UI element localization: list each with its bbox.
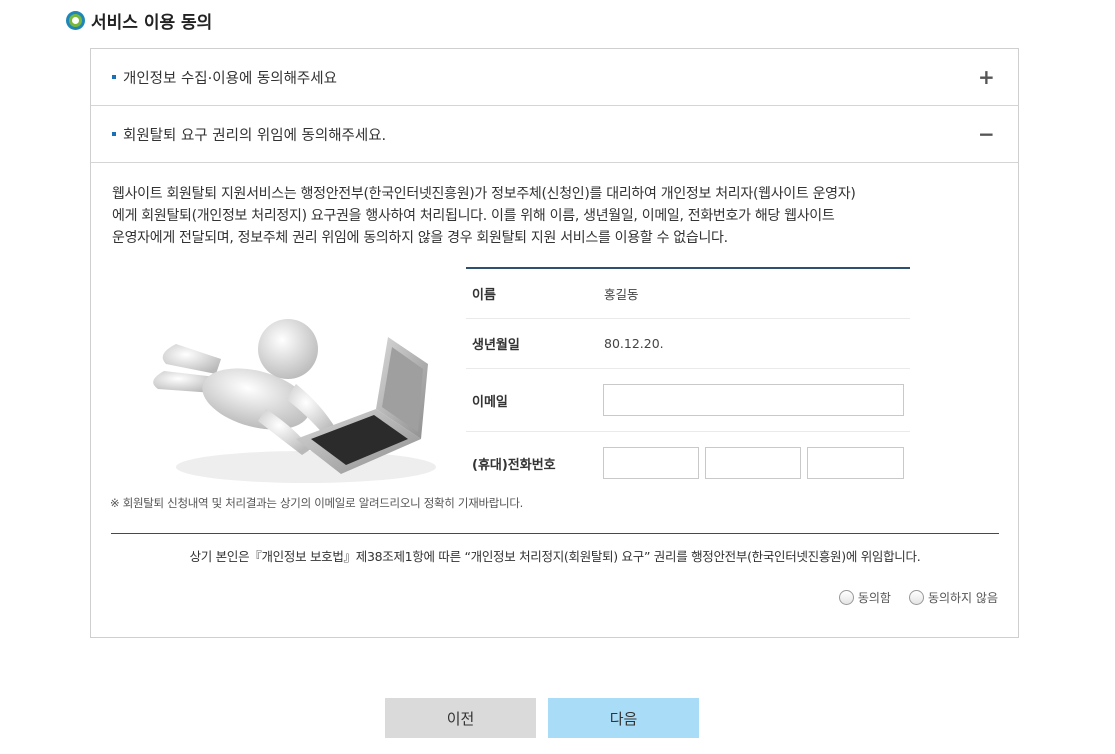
accordion-item-withdrawal-delegation[interactable]: 회원탈퇴 요구 권리의 위임에 동의해주세요. − xyxy=(91,106,1018,163)
description-line: 에게 회원탈퇴(개인정보 처리정지) 요구권을 행사하여 처리됩니다. 이를 위… xyxy=(112,208,835,224)
name-label: 이름 xyxy=(472,288,496,303)
consent-statement: 상기 본인은『개인정보 보호법』제38조제1항에 따른 “개인정보 처리정지(회… xyxy=(189,549,921,564)
circle-bullet-icon xyxy=(66,10,85,30)
description-line: 웹사이트 회원탈퇴 지원서비스는 행정안전부(한국인터넷진흥원)가 정보주체(신… xyxy=(112,186,856,202)
square-bullet-icon xyxy=(112,75,116,79)
person-laptop-illustration xyxy=(153,319,436,483)
square-bullet-icon xyxy=(112,132,116,136)
accordion-label: 회원탈퇴 요구 권리의 위임에 동의해주세요. xyxy=(123,127,387,144)
expand-plus-icon[interactable]: + xyxy=(978,67,995,87)
email-notice: ※ 회원탈퇴 신청내역 및 처리결과는 상기의 이메일로 알려드리오니 정확히 … xyxy=(110,496,523,510)
description-line: 운영자에게 전달되며, 정보주체 권리 위임에 동의하지 않을 경우 회원탈퇴 … xyxy=(112,230,728,246)
birthdate-value: 80.12.20. xyxy=(604,336,664,351)
description-text: 웹사이트 회원탈퇴 지원서비스는 행정안전부(한국인터넷진흥원)가 정보주체(신… xyxy=(112,183,992,249)
section-title: 서비스 이용 동의 xyxy=(91,12,213,33)
row-birthdate: 생년월일 80.12.20. xyxy=(466,319,910,369)
next-button[interactable]: 다음 xyxy=(548,698,699,738)
disagree-label: 동의하지 않음 xyxy=(927,591,998,605)
phone-input-3[interactable] xyxy=(807,447,904,479)
divider xyxy=(111,533,999,534)
disagree-radio[interactable]: 동의하지 않음 xyxy=(908,589,998,606)
agree-radio[interactable]: 동의함 xyxy=(838,589,891,606)
row-phone: (휴대)전화번호 xyxy=(466,432,910,494)
previous-button[interactable]: 이전 xyxy=(385,698,536,738)
accordion-label: 개인정보 수집·이용에 동의해주세요 xyxy=(123,70,337,87)
personal-info-table: 이름 홍길동 생년월일 80.12.20. 이메일 (휴대)전화번호 xyxy=(466,267,910,494)
collapse-minus-icon[interactable]: − xyxy=(978,124,995,144)
radio-circle-icon[interactable] xyxy=(908,590,924,605)
row-email: 이메일 xyxy=(466,369,910,432)
phone-input-2[interactable] xyxy=(705,447,801,479)
name-value: 홍길동 xyxy=(604,287,639,302)
radio-circle-icon[interactable] xyxy=(838,590,854,605)
consent-radio-group: 동의함 동의하지 않음 xyxy=(821,589,998,606)
agree-label: 동의함 xyxy=(857,591,891,605)
accordion-item-privacy-collection[interactable]: 개인정보 수집·이용에 동의해주세요 + xyxy=(91,49,1018,106)
consent-panel: 개인정보 수집·이용에 동의해주세요 + 회원탈퇴 요구 권리의 위임에 동의해… xyxy=(90,48,1019,638)
phone-label: (휴대)전화번호 xyxy=(472,457,556,473)
section-header: 서비스 이용 동의 xyxy=(66,8,213,33)
phone-input-1[interactable] xyxy=(603,447,699,479)
email-label: 이메일 xyxy=(472,394,508,410)
birthdate-label: 생년월일 xyxy=(472,338,520,353)
row-name: 이름 홍길동 xyxy=(466,269,910,319)
email-input[interactable] xyxy=(603,384,904,416)
